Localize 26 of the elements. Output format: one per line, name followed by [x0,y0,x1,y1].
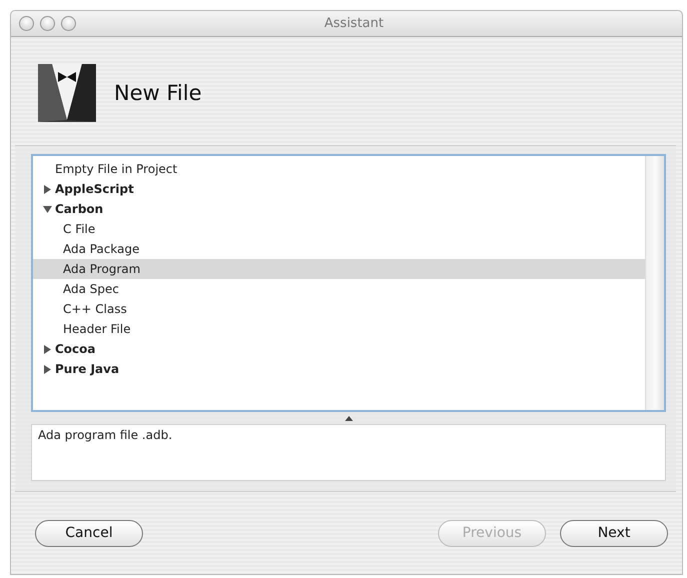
tree-item[interactable]: Empty File in Project [33,159,645,179]
dialog-button[interactable]: Next [560,520,668,546]
disclosure-triangle-icon[interactable] [43,184,52,194]
tree-item[interactable]: Ada Program [33,259,645,279]
description-text: Ada program file .adb. [31,424,666,481]
window-control-button[interactable] [40,16,55,31]
window-control-button[interactable] [61,16,76,31]
splitter-handle-icon[interactable] [344,416,352,420]
tree-item[interactable]: Carbon [33,199,645,219]
scroll-bar[interactable] [645,156,664,410]
page-title: New File [114,81,202,105]
tree-item[interactable]: AppleScript [33,179,645,199]
tree-item[interactable]: Pure Java [33,359,645,379]
dialog-button[interactable]: Cancel [35,520,143,546]
window-title: Assistant [324,16,384,31]
disclosure-triangle-icon[interactable] [43,344,52,354]
tuxedo-icon [38,64,96,122]
tree-item[interactable]: Ada Spec [33,279,645,299]
tree-item[interactable]: Header File [33,319,645,339]
tree-item[interactable]: Ada Package [33,239,645,259]
disclosure-triangle-icon[interactable] [43,364,52,374]
tree-item[interactable]: C File [33,219,645,239]
tree-item[interactable]: C++ Class [33,299,645,319]
window-control-button[interactable] [19,16,34,31]
disclosure-triangle-icon[interactable] [43,204,52,214]
tree-item[interactable]: Cocoa [33,339,645,359]
